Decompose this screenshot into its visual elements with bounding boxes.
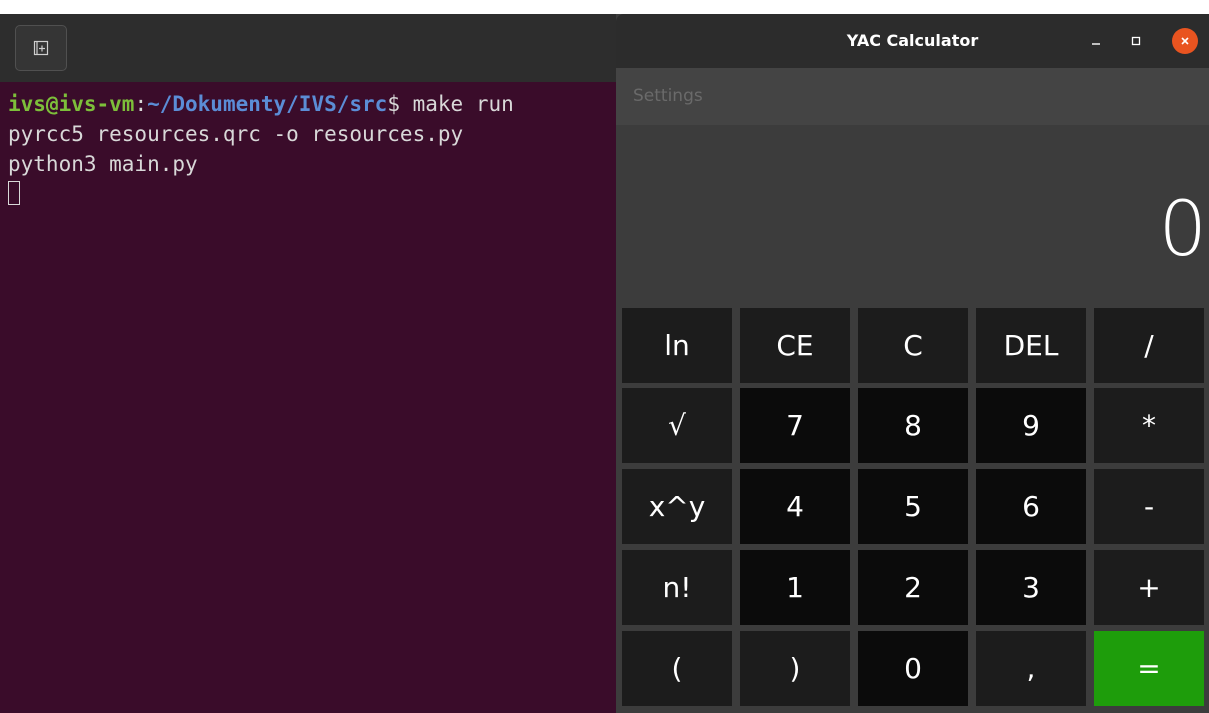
menu-settings[interactable]: Settings <box>633 68 703 125</box>
digit-7-button[interactable]: 7 <box>740 388 850 463</box>
multiply-button[interactable]: * <box>1094 388 1204 463</box>
comma-button[interactable]: , <box>976 631 1086 706</box>
keypad: ln CE C DEL / √ 7 8 9 * x^y 4 5 6 - n! 1… <box>622 308 1205 706</box>
digit-0-button[interactable]: 0 <box>858 631 968 706</box>
terminal-cursor-line <box>8 179 514 209</box>
prompt-user: ivs@ivs-vm <box>8 92 135 116</box>
terminal-window[interactable]: ivs@ivs-vm:~/Dokumenty/IVS/src$ make run… <box>0 14 616 713</box>
calculator-window: YAC Calculator Settings 0 ln CE C DEL / … <box>616 14 1209 713</box>
terminal-header-bar <box>0 14 616 82</box>
menu-bar: Settings <box>616 68 1209 125</box>
display-value: 0 <box>1158 184 1207 273</box>
terminal-prompt-line: ivs@ivs-vm:~/Dokumenty/IVS/src$ make run <box>8 89 514 119</box>
digit-6-button[interactable]: 6 <box>976 469 1086 544</box>
digit-9-button[interactable]: 9 <box>976 388 1086 463</box>
digit-2-button[interactable]: 2 <box>858 550 968 625</box>
new-tab-button[interactable] <box>15 25 67 71</box>
terminal-output-line: pyrcc5 resources.qrc -o resources.py <box>8 122 464 146</box>
digit-5-button[interactable]: 5 <box>858 469 968 544</box>
new-tab-icon <box>33 40 49 56</box>
delete-button[interactable]: DEL <box>976 308 1086 383</box>
calculator-title-bar[interactable]: YAC Calculator <box>616 14 1209 68</box>
close-icon <box>1181 37 1189 45</box>
prompt-dollar: $ <box>387 92 413 116</box>
calculator-display: 0 <box>616 125 1209 309</box>
terminal-cursor <box>8 181 20 205</box>
desktop: ivs@ivs-vm:~/Dokumenty/IVS/src$ make run… <box>0 0 1209 713</box>
sqrt-button[interactable]: √ <box>622 388 732 463</box>
clear-button[interactable]: C <box>858 308 968 383</box>
equals-button[interactable]: = <box>1094 631 1204 706</box>
prompt-command: make run <box>412 92 514 116</box>
maximize-button[interactable] <box>1123 28 1149 54</box>
minus-button[interactable]: - <box>1094 469 1204 544</box>
digit-8-button[interactable]: 8 <box>858 388 968 463</box>
ln-button[interactable]: ln <box>622 308 732 383</box>
right-paren-button[interactable]: ) <box>740 631 850 706</box>
power-button[interactable]: x^y <box>622 469 732 544</box>
divide-button[interactable]: / <box>1094 308 1204 383</box>
minimize-icon <box>1092 43 1100 45</box>
plus-button[interactable]: + <box>1094 550 1204 625</box>
digit-3-button[interactable]: 3 <box>976 550 1086 625</box>
window-title: YAC Calculator <box>846 31 979 50</box>
left-paren-button[interactable]: ( <box>622 631 732 706</box>
factorial-button[interactable]: n! <box>622 550 732 625</box>
minimize-button[interactable] <box>1083 28 1109 54</box>
terminal-output[interactable]: ivs@ivs-vm:~/Dokumenty/IVS/src$ make run… <box>8 89 514 209</box>
close-button[interactable] <box>1172 28 1198 54</box>
maximize-icon <box>1131 36 1141 46</box>
terminal-output-line: python3 main.py <box>8 152 198 176</box>
prompt-colon: : <box>134 92 148 116</box>
prompt-path: ~/Dokumenty/IVS/src <box>147 92 388 116</box>
ce-button[interactable]: CE <box>740 308 850 383</box>
digit-4-button[interactable]: 4 <box>740 469 850 544</box>
digit-1-button[interactable]: 1 <box>740 550 850 625</box>
